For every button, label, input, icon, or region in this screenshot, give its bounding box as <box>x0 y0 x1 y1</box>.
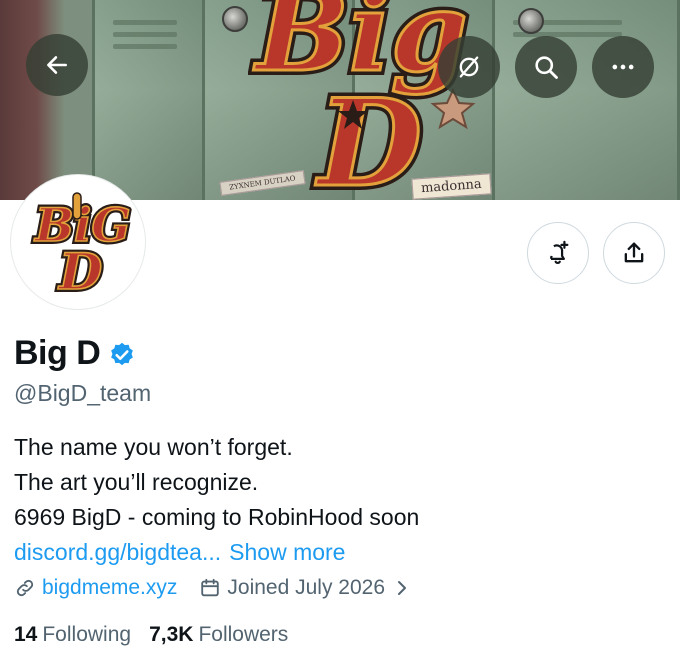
followers-link[interactable]: 7,3K Followers <box>149 623 288 647</box>
back-button[interactable] <box>26 34 88 96</box>
translate-icon <box>459 56 479 78</box>
bio-line: The art you’ll recognize. <box>14 469 259 495</box>
svg-text:D: D <box>315 73 422 200</box>
website-link[interactable]: bigdmeme.xyz <box>42 576 177 600</box>
svg-text:D: D <box>57 242 102 301</box>
search-button[interactable] <box>515 36 577 98</box>
more-options-button[interactable] <box>592 36 654 98</box>
display-name: Big D <box>14 334 101 372</box>
share-button[interactable] <box>603 222 665 284</box>
bio-line: 6969 BigD - coming to RobinHood soon <box>14 504 420 530</box>
bio-link-line: discord.gg/bigdtea... Show more <box>14 535 654 570</box>
avatar-logo: BiG BiG D D <box>30 192 134 304</box>
bio-line: The name you won’t forget. <box>14 434 293 460</box>
following-link[interactable]: 14 Following <box>14 623 131 647</box>
banner-logo-art: Big Big D D <box>248 0 476 200</box>
locker-panel <box>95 0 205 200</box>
followers-label: Followers <box>198 623 289 646</box>
user-handle: @BigD_team <box>14 380 152 406</box>
search-icon <box>535 56 558 79</box>
website-item[interactable]: bigdmeme.xyz <box>14 576 177 600</box>
chevron-right-icon <box>398 581 407 595</box>
back-arrow-icon <box>47 56 67 74</box>
more-icon <box>612 64 634 70</box>
follow-stats: 14 Following 7,3K Followers <box>14 623 306 647</box>
profile-avatar[interactable]: BiG BiG D D <box>11 175 145 309</box>
name-row: Big D <box>14 334 136 373</box>
following-label: Following <box>42 623 132 646</box>
profile-meta: bigdmeme.xyz Joined July 2026 <box>14 576 437 600</box>
followers-count: 7,3K <box>149 623 194 646</box>
show-more-link[interactable]: Show more <box>229 539 345 565</box>
following-count: 14 <box>14 623 38 646</box>
verified-badge-icon[interactable] <box>108 341 136 369</box>
profile-bio: The name you won’t forget. The art you’l… <box>14 430 654 570</box>
link-icon <box>16 579 34 597</box>
profile-banner: Big Big D D madonna ZYXNEM DUTLAO <box>0 0 680 200</box>
joined-date: Joined July 2026 <box>227 576 386 599</box>
locker-panel <box>0 0 95 200</box>
notification-add-icon <box>549 240 569 265</box>
joined-item[interactable]: Joined July 2026 <box>199 576 415 600</box>
share-icon <box>624 242 644 263</box>
locker-lock-icon <box>518 8 544 34</box>
locker-lock-icon <box>222 6 248 32</box>
calendar-icon <box>201 578 220 597</box>
bio-discord-link[interactable]: discord.gg/bigdtea... <box>14 539 221 565</box>
translate-button[interactable] <box>438 36 500 98</box>
notifications-button[interactable] <box>527 222 589 284</box>
